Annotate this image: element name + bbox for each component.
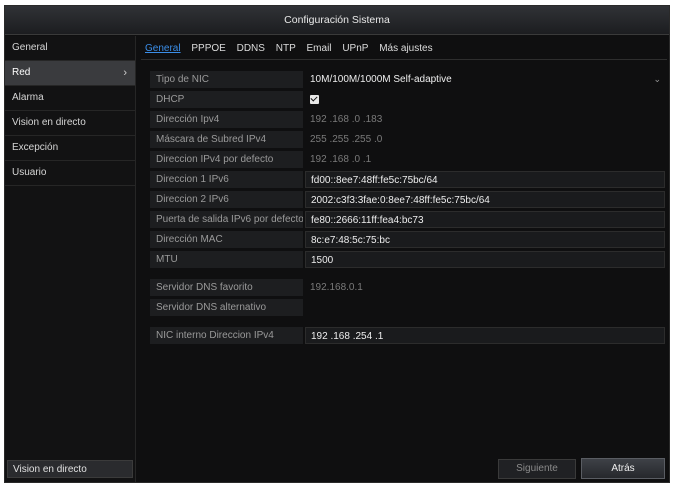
ipv6-2-label: Direccion 2 IPv6	[150, 191, 303, 208]
sidebar: General Red › Alarma Vision en directo Ex…	[5, 36, 136, 482]
ipv4-field: 192 .168 .0 .183	[310, 114, 383, 125]
sidebar-item-alarma[interactable]: Alarma	[5, 86, 135, 111]
tab-mas-ajustes[interactable]: Más ajustes	[379, 39, 432, 59]
sidebar-item-label: Excepción	[12, 142, 59, 153]
sidebar-item-usuario[interactable]: Usuario	[5, 161, 135, 186]
sidebar-item-red[interactable]: Red ›	[5, 61, 135, 86]
dhcp-label: DHCP	[150, 91, 303, 108]
tab-pppoe[interactable]: PPPOE	[191, 39, 225, 59]
ipv6-1-label: Direccion 1 IPv6	[150, 171, 303, 188]
dhcp-checkbox[interactable]	[310, 95, 319, 104]
form-row-subnet: Máscara de Subred IPv4 255 .255 .255 .0	[150, 131, 665, 148]
chevron-down-icon: ⌄	[653, 74, 661, 84]
next-button[interactable]: Siguiente	[498, 459, 576, 479]
nic-type-label: Tipo de NIC	[150, 71, 303, 88]
nic-type-select[interactable]: 10M/100M/1000M Self-adaptive ⌄	[305, 71, 665, 88]
network-form: Tipo de NIC 10M/100M/1000M Self-adaptive…	[150, 71, 665, 347]
ipv6-gateway-label: Puerta de salida IPv6 por defecto	[150, 211, 303, 228]
form-row-gateway: Direccion IPv4 por defecto 192 .168 .0 .…	[150, 151, 665, 168]
internal-nic-label: NIC interno Direccion IPv4	[150, 327, 303, 344]
form-row-mtu: MTU 1500	[150, 251, 665, 268]
dns-preferred-label: Servidor DNS favorito	[150, 279, 303, 296]
form-row-nic-type: Tipo de NIC 10M/100M/1000M Self-adaptive…	[150, 71, 665, 88]
tab-bar: General PPPOE DDNS NTP Email UPnP Más aj…	[141, 39, 667, 60]
gateway-label: Direccion IPv4 por defecto	[150, 151, 303, 168]
subnet-field: 255 .255 .255 .0	[310, 134, 383, 145]
form-row-dns-preferred: Servidor DNS favorito 192.168.0.1	[150, 279, 665, 296]
dhcp-field	[305, 91, 665, 108]
ipv4-label: Dirección Ipv4	[150, 111, 303, 128]
ipv6-2-field[interactable]: 2002:c3f3:3fae:0:8ee7:48ff:fe5c:75bc/64	[305, 191, 665, 208]
tab-ddns[interactable]: DDNS	[237, 39, 265, 59]
mac-field[interactable]: 8c:e7:48:5c:75:bc	[305, 231, 665, 248]
form-row-ipv6-2: Direccion 2 IPv6 2002:c3f3:3fae:0:8ee7:4…	[150, 191, 665, 208]
form-row-dns-alternate: Servidor DNS alternativo	[150, 299, 665, 316]
tab-upnp[interactable]: UPnP	[342, 39, 368, 59]
sidebar-item-label: Usuario	[12, 167, 47, 178]
form-row-ipv6-gateway: Puerta de salida IPv6 por defecto fe80::…	[150, 211, 665, 228]
config-window: Configuración Sistema General Red › Alarm…	[4, 5, 670, 483]
sidebar-item-label: Alarma	[12, 92, 44, 103]
sidebar-item-general[interactable]: General	[5, 36, 135, 61]
mtu-label: MTU	[150, 251, 303, 268]
subnet-label: Máscara de Subred IPv4	[150, 131, 303, 148]
dns-alternate-label: Servidor DNS alternativo	[150, 299, 303, 316]
mtu-field[interactable]: 1500	[305, 251, 665, 268]
gateway-field: 192 .168 .0 .1	[310, 154, 372, 165]
ipv6-gateway-field[interactable]: fe80::2666:11ff:fea4:bc73	[305, 211, 665, 228]
sidebar-item-vision-en-directo[interactable]: Vision en directo	[5, 111, 135, 136]
sidebar-item-label: Vision en directo	[12, 117, 86, 128]
internal-nic-field[interactable]: 192 .168 .254 .1	[305, 327, 665, 344]
tab-email[interactable]: Email	[307, 39, 332, 59]
sidebar-item-label: Red	[12, 67, 31, 78]
dns-alternate-field	[305, 299, 665, 316]
window-title: Configuración Sistema	[5, 6, 669, 35]
sidebar-item-excepcion[interactable]: Excepción	[5, 136, 135, 161]
mac-label: Dirección MAC	[150, 231, 303, 248]
sidebar-item-label: General	[12, 42, 48, 53]
form-row-internal-nic: NIC interno Direccion IPv4 192 .168 .254…	[150, 327, 665, 344]
form-row-ipv4: Dirección Ipv4 192 .168 .0 .183	[150, 111, 665, 128]
back-button[interactable]: Atrás	[581, 458, 665, 479]
chevron-right-icon: ›	[123, 67, 127, 79]
live-view-button[interactable]: Vision en directo	[7, 460, 133, 478]
tab-ntp[interactable]: NTP	[276, 39, 296, 59]
form-row-mac: Dirección MAC 8c:e7:48:5c:75:bc	[150, 231, 665, 248]
form-row-ipv6-1: Direccion 1 IPv6 fd00::8ee7:48ff:fe5c:75…	[150, 171, 665, 188]
dns-preferred-field: 192.168.0.1	[310, 282, 363, 293]
ipv6-1-field[interactable]: fd00::8ee7:48ff:fe5c:75bc/64	[305, 171, 665, 188]
nic-type-value: 10M/100M/1000M Self-adaptive	[310, 74, 452, 85]
form-row-dhcp: DHCP	[150, 91, 665, 108]
tab-general[interactable]: General	[145, 39, 181, 59]
